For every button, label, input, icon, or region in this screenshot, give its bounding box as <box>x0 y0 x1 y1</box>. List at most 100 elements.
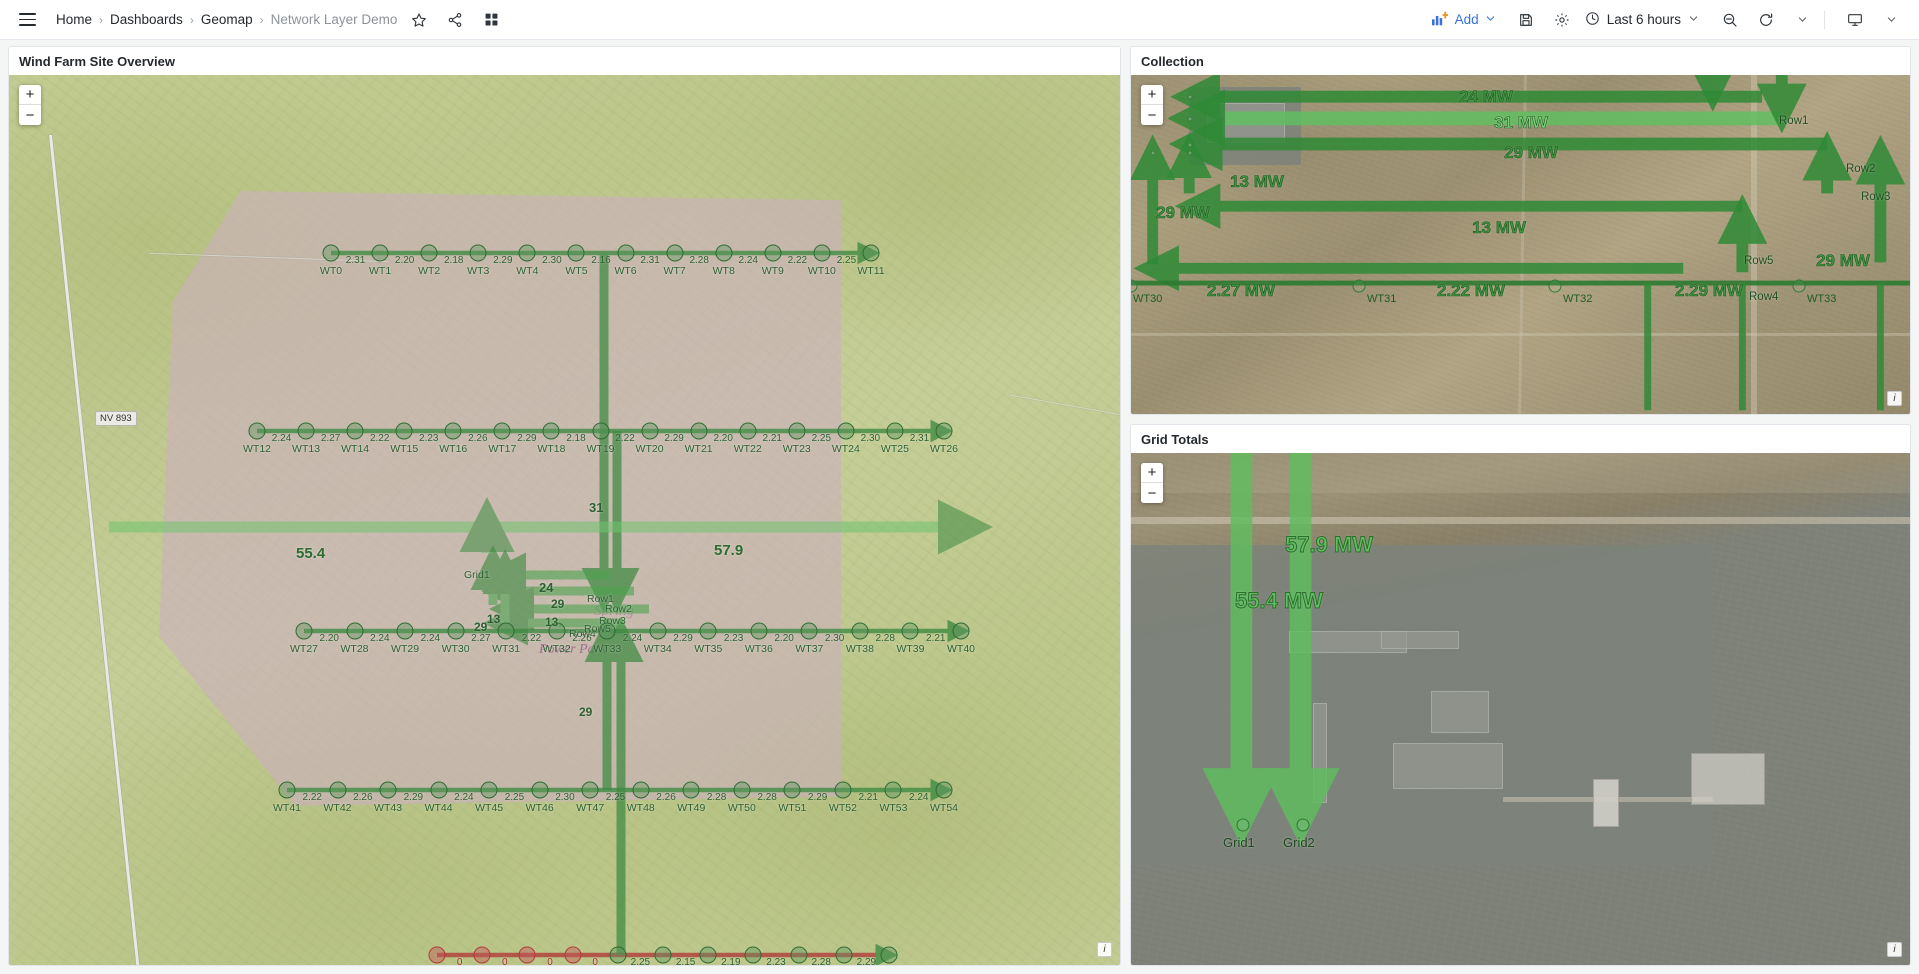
turbine-node-wt4[interactable] <box>518 244 536 262</box>
turbine-node-wt3[interactable] <box>469 244 487 262</box>
turbine-node-wt8[interactable] <box>715 244 733 262</box>
zoom-in-button[interactable]: + <box>1141 463 1163 483</box>
collection-turbine-node[interactable] <box>1548 279 1562 293</box>
turbine-node-wt56[interactable] <box>473 946 491 964</box>
grid-apps-icon[interactable] <box>477 6 505 34</box>
turbine-node-wt34[interactable] <box>649 622 667 640</box>
turbine-node-wt59[interactable] <box>609 946 627 964</box>
time-range-picker[interactable]: Last 6 hours <box>1576 6 1708 34</box>
panel-title-grid-totals[interactable]: Grid Totals <box>1131 425 1910 453</box>
turbine-node-wt60[interactable] <box>654 946 672 964</box>
display-mode-chevron-icon[interactable] <box>1877 6 1905 34</box>
turbine-node-wt45[interactable] <box>480 781 498 799</box>
turbine-node-wt5[interactable] <box>567 244 585 262</box>
map-zoom-controls-collection[interactable]: + − <box>1141 85 1163 125</box>
turbine-node-wt55[interactable] <box>428 946 446 964</box>
turbine-node-wt1[interactable] <box>371 244 389 262</box>
collection-turbine-node[interactable] <box>1792 279 1806 293</box>
breadcrumb-item-home[interactable]: Home <box>56 12 92 27</box>
turbine-node-wt40[interactable] <box>952 622 970 640</box>
turbine-node-wt53[interactable] <box>884 781 902 799</box>
turbine-node-wt48[interactable] <box>632 781 650 799</box>
turbine-node-wt7[interactable] <box>666 244 684 262</box>
turbine-node-wt64[interactable] <box>835 946 853 964</box>
turbine-node-wt57[interactable] <box>518 946 536 964</box>
turbine-node-wt42[interactable] <box>329 781 347 799</box>
turbine-node-wt17[interactable] <box>493 422 511 440</box>
panel-title-wind-farm-site-overview[interactable]: Wind Farm Site Overview <box>9 47 1120 75</box>
turbine-node-wt28[interactable] <box>346 622 364 640</box>
grid-node-grid1[interactable] <box>1236 818 1250 832</box>
turbine-node-wt36[interactable] <box>750 622 768 640</box>
geomap-grid-totals[interactable]: 57.9 MW 55.4 MW Grid1 Grid2 + − i <box>1131 453 1910 965</box>
turbine-node-wt35[interactable] <box>699 622 717 640</box>
turbine-node-wt47[interactable] <box>581 781 599 799</box>
turbine-node-wt29[interactable] <box>396 622 414 640</box>
map-zoom-controls-overview[interactable]: + − <box>19 85 41 125</box>
turbine-node-wt26[interactable] <box>935 422 953 440</box>
turbine-node-wt49[interactable] <box>682 781 700 799</box>
turbine-node-wt65[interactable] <box>880 946 898 964</box>
turbine-node-wt23[interactable] <box>788 422 806 440</box>
map-attribution-info-button[interactable]: i <box>1887 942 1902 957</box>
geomap-overview[interactable]: NV 893 Spring Power Park 55.4 57.9 Grid1… <box>9 75 1120 965</box>
map-zoom-controls-grid-totals[interactable]: + − <box>1141 463 1163 503</box>
turbine-node-wt15[interactable] <box>395 422 413 440</box>
turbine-node-wt6[interactable] <box>617 244 635 262</box>
turbine-node-wt20[interactable] <box>641 422 659 440</box>
turbine-node-wt16[interactable] <box>444 422 462 440</box>
turbine-node-wt9[interactable] <box>764 244 782 262</box>
turbine-node-wt54[interactable] <box>935 781 953 799</box>
save-dashboard-icon[interactable] <box>1512 6 1540 34</box>
share-icon[interactable] <box>441 6 469 34</box>
turbine-node-wt37[interactable] <box>800 622 818 640</box>
turbine-node-wt46[interactable] <box>531 781 549 799</box>
refresh-icon[interactable] <box>1752 6 1780 34</box>
turbine-node-wt27[interactable] <box>295 622 313 640</box>
zoom-out-button[interactable]: − <box>19 105 41 125</box>
turbine-node-wt21[interactable] <box>690 422 708 440</box>
star-icon[interactable] <box>405 6 433 34</box>
add-button[interactable]: Add <box>1424 6 1504 34</box>
zoom-out-button[interactable]: − <box>1141 105 1163 125</box>
turbine-node-wt39[interactable] <box>901 622 919 640</box>
turbine-node-wt10[interactable] <box>813 244 831 262</box>
turbine-node-wt58[interactable] <box>564 946 582 964</box>
map-attribution-info-button[interactable]: i <box>1887 391 1902 406</box>
zoom-in-button[interactable]: + <box>19 85 41 105</box>
turbine-node-wt25[interactable] <box>886 422 904 440</box>
zoom-in-button[interactable]: + <box>1141 85 1163 105</box>
turbine-node-wt12[interactable] <box>248 422 266 440</box>
turbine-node-wt38[interactable] <box>851 622 869 640</box>
map-attribution-info-button[interactable]: i <box>1097 942 1112 957</box>
turbine-node-wt44[interactable] <box>430 781 448 799</box>
turbine-node-wt14[interactable] <box>346 422 364 440</box>
zoom-out-button[interactable]: − <box>1141 483 1163 503</box>
turbine-node-wt24[interactable] <box>837 422 855 440</box>
turbine-node-wt61[interactable] <box>699 946 717 964</box>
turbine-node-wt18[interactable] <box>542 422 560 440</box>
zoom-out-icon[interactable] <box>1716 6 1744 34</box>
turbine-node-wt0[interactable] <box>322 244 340 262</box>
breadcrumb-item-geomap[interactable]: Geomap <box>201 12 253 27</box>
turbine-node-wt2[interactable] <box>420 244 438 262</box>
collection-turbine-node[interactable] <box>1352 279 1366 293</box>
turbine-node-wt11[interactable] <box>862 244 880 262</box>
turbine-node-wt50[interactable] <box>733 781 751 799</box>
turbine-node-wt30[interactable] <box>447 622 465 640</box>
breadcrumb-item-dashboards[interactable]: Dashboards <box>110 12 183 27</box>
turbine-node-wt22[interactable] <box>739 422 757 440</box>
turbine-node-wt41[interactable] <box>278 781 296 799</box>
display-mode-icon[interactable] <box>1841 6 1869 34</box>
turbine-node-wt52[interactable] <box>834 781 852 799</box>
turbine-node-wt62[interactable] <box>744 946 762 964</box>
gear-icon[interactable] <box>1548 6 1576 34</box>
grid-node-grid2[interactable] <box>1296 818 1310 832</box>
refresh-interval-chevron-icon[interactable] <box>1788 6 1816 34</box>
geomap-collection[interactable]: 24 MW 31 MW 29 MW 13 MW 29 MW 13 MW 29 M… <box>1131 75 1910 414</box>
turbine-node-wt43[interactable] <box>379 781 397 799</box>
turbine-node-wt63[interactable] <box>790 946 808 964</box>
turbine-node-wt51[interactable] <box>783 781 801 799</box>
turbine-node-wt13[interactable] <box>297 422 315 440</box>
turbine-node-wt19[interactable] <box>592 422 609 440</box>
